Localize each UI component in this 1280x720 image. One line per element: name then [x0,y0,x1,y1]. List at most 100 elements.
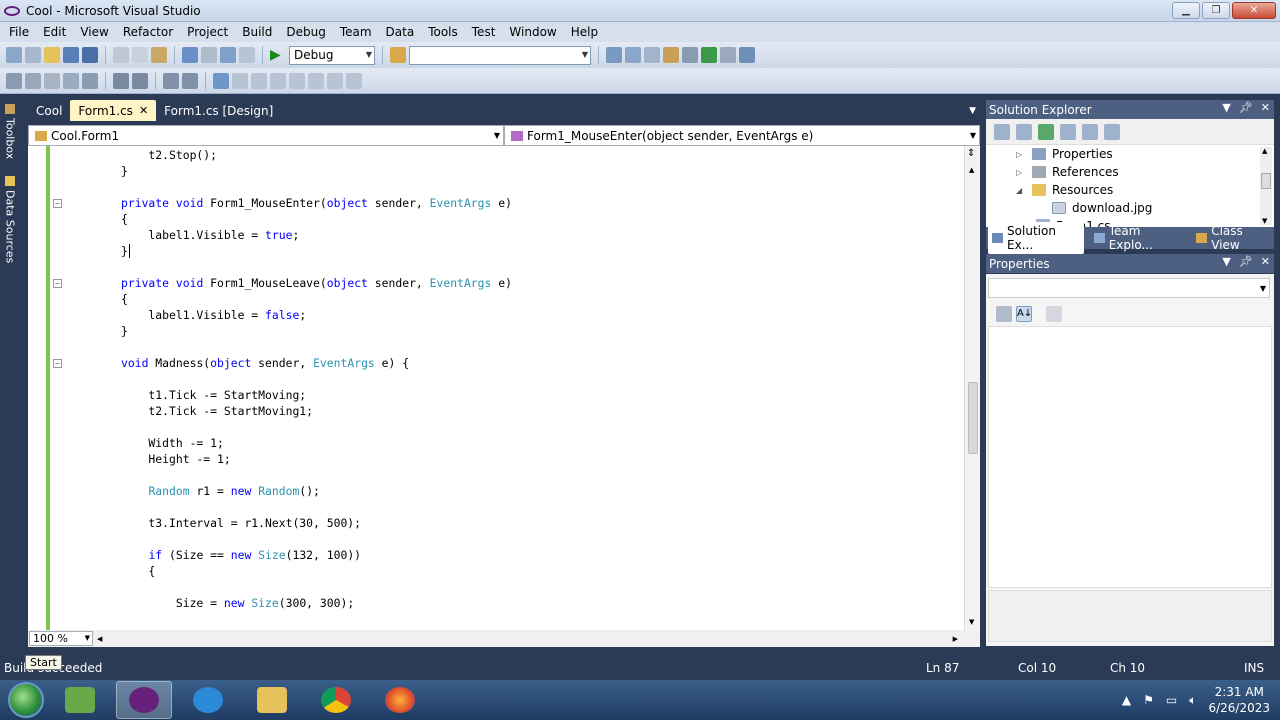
display-completion-icon[interactable] [82,72,98,89]
next-bookmark-icon[interactable] [251,72,267,89]
menu-team[interactable]: Team [333,25,379,39]
previous-bookmark-icon[interactable] [232,72,248,89]
uncomment-icon[interactable] [182,72,198,89]
action-center-icon[interactable]: ⚑ [1143,693,1154,707]
solution-explorer-scrollbar[interactable]: ▲ ▼ [1260,147,1272,225]
types-dropdown[interactable]: Cool.Form1 ▼ [28,125,504,146]
solution-configuration-select[interactable]: Debug ▼ [289,45,375,65]
code-editor[interactable]: t2.Stop(); } − private void Form1_MouseEn… [28,146,980,630]
tree-item-download-jpg[interactable]: download.jpg [1052,201,1152,215]
tab-dropdown-icon[interactable]: ▼ [969,106,976,116]
save-all-icon[interactable] [82,47,98,63]
undo-icon[interactable] [182,47,198,63]
vertical-scrollbar[interactable]: ⇕ ▲ ▼ [964,146,980,630]
taskbar-app-visual-studio[interactable] [116,681,172,719]
start-page-icon[interactable] [701,47,717,63]
clear-bookmarks-icon[interactable] [346,72,362,89]
scrollbar-thumb[interactable] [968,382,978,454]
zoom-select[interactable]: 100 % ▼ [29,631,93,646]
view-code-icon[interactable] [1060,123,1076,140]
scroll-up-icon[interactable]: ▲ [1262,147,1267,155]
start-button[interactable] [8,682,44,718]
refresh-icon[interactable] [1038,123,1054,140]
word-completion-icon[interactable] [63,72,79,89]
object-list-icon[interactable] [6,72,22,89]
object-browser-icon[interactable] [644,47,660,63]
clock[interactable]: 2:31 AM 6/26/2023 [1208,684,1270,716]
minimize-button[interactable]: ▁ [1172,2,1200,19]
properties-icon[interactable] [994,123,1010,140]
find-in-files-icon[interactable] [390,47,406,63]
menu-debug[interactable]: Debug [279,25,332,39]
close-icon[interactable]: ✕ [139,104,148,117]
taskbar-app-internet-explorer[interactable] [180,681,236,719]
open-file-icon[interactable] [44,47,60,63]
redo-icon[interactable] [201,47,217,63]
paste-icon[interactable] [151,47,167,63]
comment-out-icon[interactable] [163,72,179,89]
view-class-diagram-icon[interactable] [1104,123,1120,140]
solution-explorer-icon[interactable] [606,47,622,63]
collapse-icon[interactable]: − [53,279,62,288]
toggle-bookmark-icon[interactable] [213,72,229,89]
show-hidden-icons-icon[interactable]: ▲ [1122,693,1131,707]
add-item-icon[interactable] [25,47,41,63]
collapse-icon[interactable]: ◢ [1016,186,1026,195]
pin-icon[interactable]: 📌︎ [1239,101,1253,114]
next-bookmark-folder-icon[interactable] [289,72,305,89]
tools-icon[interactable] [682,47,698,63]
new-project-icon[interactable] [6,47,22,63]
split-icon[interactable]: ⇕ [967,148,975,159]
tree-item-properties[interactable]: ▷ Properties [1016,147,1113,161]
command-window-icon[interactable] [739,47,755,63]
volume-icon[interactable]: 🔈︎ [1189,693,1196,708]
members-dropdown[interactable]: Form1_MouseEnter(object sender, EventArg… [504,125,980,146]
menu-file[interactable]: File [2,25,36,39]
next-bookmark-document-icon[interactable] [327,72,343,89]
menu-project[interactable]: Project [180,25,235,39]
taskbar-app-minecraft[interactable] [52,681,108,719]
taskbar-app-firefox[interactable] [372,681,428,719]
view-designer-icon[interactable] [1082,123,1098,140]
maximize-button[interactable]: ❐ [1202,2,1230,19]
toolbox-icon[interactable] [663,47,679,63]
menu-window[interactable]: Window [502,25,563,39]
start-debugging-icon[interactable]: ▶ [270,47,286,63]
property-grid[interactable] [988,326,1272,588]
collapse-icon[interactable]: − [53,359,62,368]
collapse-icon[interactable]: − [53,199,62,208]
navigate-backward-icon[interactable] [220,47,236,63]
expand-icon[interactable]: ▷ [1016,150,1026,159]
copy-icon[interactable] [132,47,148,63]
pin-icon[interactable]: 📌︎ [1239,255,1253,268]
show-all-files-icon[interactable] [1016,123,1032,140]
tab-solution-explorer[interactable]: Solution Ex... [988,222,1084,254]
alphabetical-icon[interactable]: A↓ [1016,306,1032,322]
menu-test[interactable]: Test [465,25,503,39]
close-button[interactable]: ✕ [1232,2,1276,19]
scroll-up-icon[interactable]: ▲ [969,166,974,174]
window-position-icon[interactable]: ▼ [1222,101,1230,114]
tab-class-view[interactable]: Class View [1192,222,1274,254]
previous-bookmark-document-icon[interactable] [308,72,324,89]
categorized-icon[interactable] [996,306,1012,322]
save-icon[interactable] [63,47,79,63]
menu-data[interactable]: Data [379,25,422,39]
scroll-down-icon[interactable]: ▼ [969,618,974,626]
window-position-icon[interactable]: ▼ [1222,255,1230,268]
tab-form1-design[interactable]: Form1.cs [Design] [156,100,281,121]
toolbox-tab[interactable]: Toolbox [2,104,18,159]
menu-edit[interactable]: Edit [36,25,73,39]
parameter-info-icon[interactable] [44,72,60,89]
properties-window-icon[interactable] [625,47,641,63]
menu-view[interactable]: View [73,25,115,39]
tree-item-resources[interactable]: ◢ Resources [1016,183,1113,197]
network-icon[interactable]: ▭ [1166,693,1177,707]
expand-icon[interactable]: ▷ [1016,168,1026,177]
cut-icon[interactable] [113,47,129,63]
decrease-indent-icon[interactable] [113,72,129,89]
tab-cool[interactable]: Cool [28,100,70,121]
scroll-left-icon[interactable]: ◀ [97,635,102,643]
find-combo[interactable]: ▼ [409,45,591,65]
menu-refactor[interactable]: Refactor [116,25,180,39]
